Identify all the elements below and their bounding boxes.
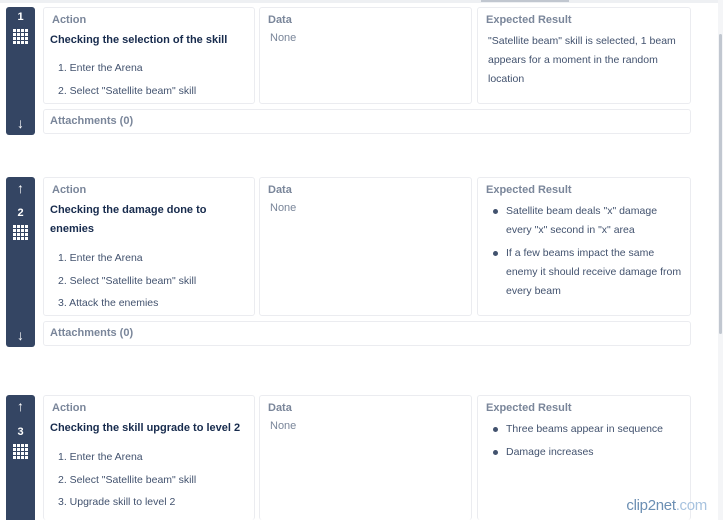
attachments-label: Attachments (0) [50,327,134,339]
expected-header: Expected Result [486,14,572,26]
list-item: If a few beams impact the same enemy it … [492,244,682,301]
action-cell[interactable]: Action Checking the damage done to enemi… [43,177,255,316]
step-gutter: 1 ↓ [6,7,35,135]
list-item: 3. Upgrade skill to level 2 [58,496,176,508]
list-item: 1. Enter the Arena [58,451,143,463]
expected-text: "Satellite beam" skill is selected, 1 be… [488,35,676,85]
expected-cell[interactable]: Expected Result Satellite beam deals "x"… [477,177,691,316]
list-item: 2. Select "Satellite beam" skill [58,274,197,287]
vertical-scrollbar[interactable] [718,0,723,520]
data-value: None [270,32,297,44]
list-item: 3. Attack the enemies [58,297,159,309]
step-gutter: ↑ 3 [6,395,35,520]
watermark-part: net [655,497,676,514]
list-item: 1. Enter the Arena [58,62,143,74]
list-item: 2. Select "Satellite beam" skill [58,473,197,486]
top-divider [0,0,723,3]
watermark-part: clip [626,497,648,514]
data-cell[interactable]: Data None [259,177,472,316]
list-item: Damage increases [492,443,682,462]
watermark-part: 2 [647,497,656,514]
attachments-bar[interactable]: Attachments (0) [43,321,691,346]
expected-header: Expected Result [486,184,572,196]
data-value: None [270,202,297,214]
test-step-2: ↑ 2 ↓ Action Checking the damage done to… [6,177,692,349]
action-header: Action [52,14,87,26]
data-header: Data [268,402,292,414]
action-header: Action [52,402,87,414]
expected-list: Three beams appear in sequence Damage in… [492,420,682,466]
arrow-down-icon[interactable]: ↓ [6,115,35,131]
expected-header: Expected Result [486,402,572,414]
data-header: Data [268,14,292,26]
list-item: Satellite beam deals "x" damage every "x… [492,202,682,240]
drag-handle-icon[interactable] [13,225,28,242]
list-item: 1. Enter the Arena [58,252,143,264]
list-item: 2. Select "Satellite beam" skill [58,84,197,97]
step-title: Checking the damage done to enemies [50,204,207,235]
action-list: 1. Enter the Arena 2. Select "Satellite … [58,60,196,105]
scrollbar-thumb[interactable] [719,34,722,334]
step-gutter: ↑ 2 ↓ [6,177,35,347]
test-step-3: ↑ 3 Action Checking the skill upgrade to… [6,395,692,520]
drag-handle-icon[interactable] [13,29,28,46]
action-cell[interactable]: Action Checking the skill upgrade to lev… [43,395,255,520]
top-scroll-segment [481,0,569,2]
data-header: Data [268,184,292,196]
step-title: Checking the skill upgrade to level 2 [50,422,241,434]
step-number: 2 [17,207,24,219]
arrow-up-icon[interactable]: ↑ [6,398,35,414]
watermark-logo: clip2net.com [626,497,707,514]
arrow-down-icon[interactable]: ↓ [6,327,35,343]
data-cell[interactable]: Data None [259,7,472,104]
action-cell[interactable]: Action Checking the selection of the ski… [43,7,255,104]
watermark-suffix: .com [675,497,708,514]
action-list: 1. Enter the Arena 2. Select "Satellite … [58,449,196,517]
data-value: None [270,420,297,432]
action-list: 1. Enter the Arena 2. Select "Satellite … [58,250,196,318]
list-item: Three beams appear in sequence [492,420,682,439]
step-number: 1 [17,11,24,23]
arrow-up-icon[interactable]: ↑ [6,180,35,196]
step-title: Checking the selection of the skill [50,34,228,46]
test-step-1: 1 ↓ Action Checking the selection of the… [6,7,692,137]
step-number: 3 [17,426,24,438]
attachments-bar[interactable]: Attachments (0) [43,109,691,134]
action-header: Action [52,184,87,196]
drag-handle-icon[interactable] [13,444,28,461]
expected-list: Satellite beam deals "x" damage every "x… [492,202,682,305]
data-cell[interactable]: Data None [259,395,472,520]
expected-cell[interactable]: Expected Result "Satellite beam" skill i… [477,7,691,104]
attachments-label: Attachments (0) [50,115,134,127]
